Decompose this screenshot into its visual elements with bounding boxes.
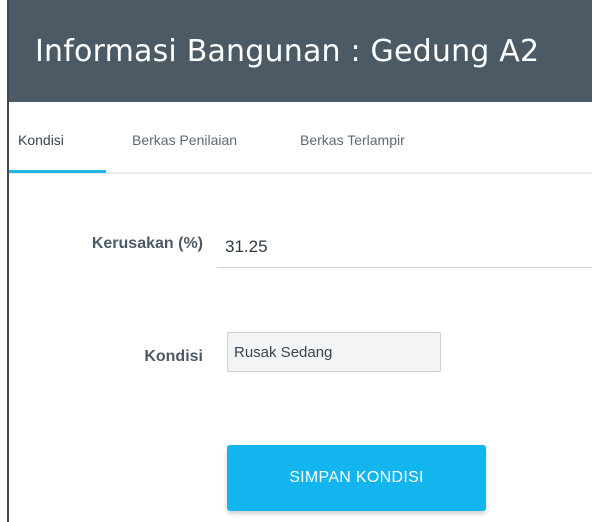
damage-label: Kerusakan (%): [91, 235, 203, 252]
building-info-panel: Informasi Bangunan : Gedung A2 Kondisi B…: [0, 0, 592, 522]
condition-label: Kondisi: [144, 348, 203, 365]
save-condition-button[interactable]: SIMPAN KONDISI: [227, 445, 486, 511]
panel-header: Informasi Bangunan : Gedung A2: [9, 0, 592, 102]
page-title: Informasi Bangunan : Gedung A2: [35, 33, 540, 69]
active-tab-indicator: [9, 170, 106, 173]
tab-kondisi[interactable]: Kondisi: [18, 132, 64, 148]
tab-berkas-terlampir[interactable]: Berkas Terlampir: [300, 132, 405, 148]
damage-percent-input[interactable]: [217, 226, 592, 268]
tab-berkas-penilaian[interactable]: Berkas Penilaian: [132, 132, 237, 148]
condition-field[interactable]: [227, 332, 441, 372]
tab-bar: Kondisi Berkas Penilaian Berkas Terlampi…: [9, 102, 592, 174]
